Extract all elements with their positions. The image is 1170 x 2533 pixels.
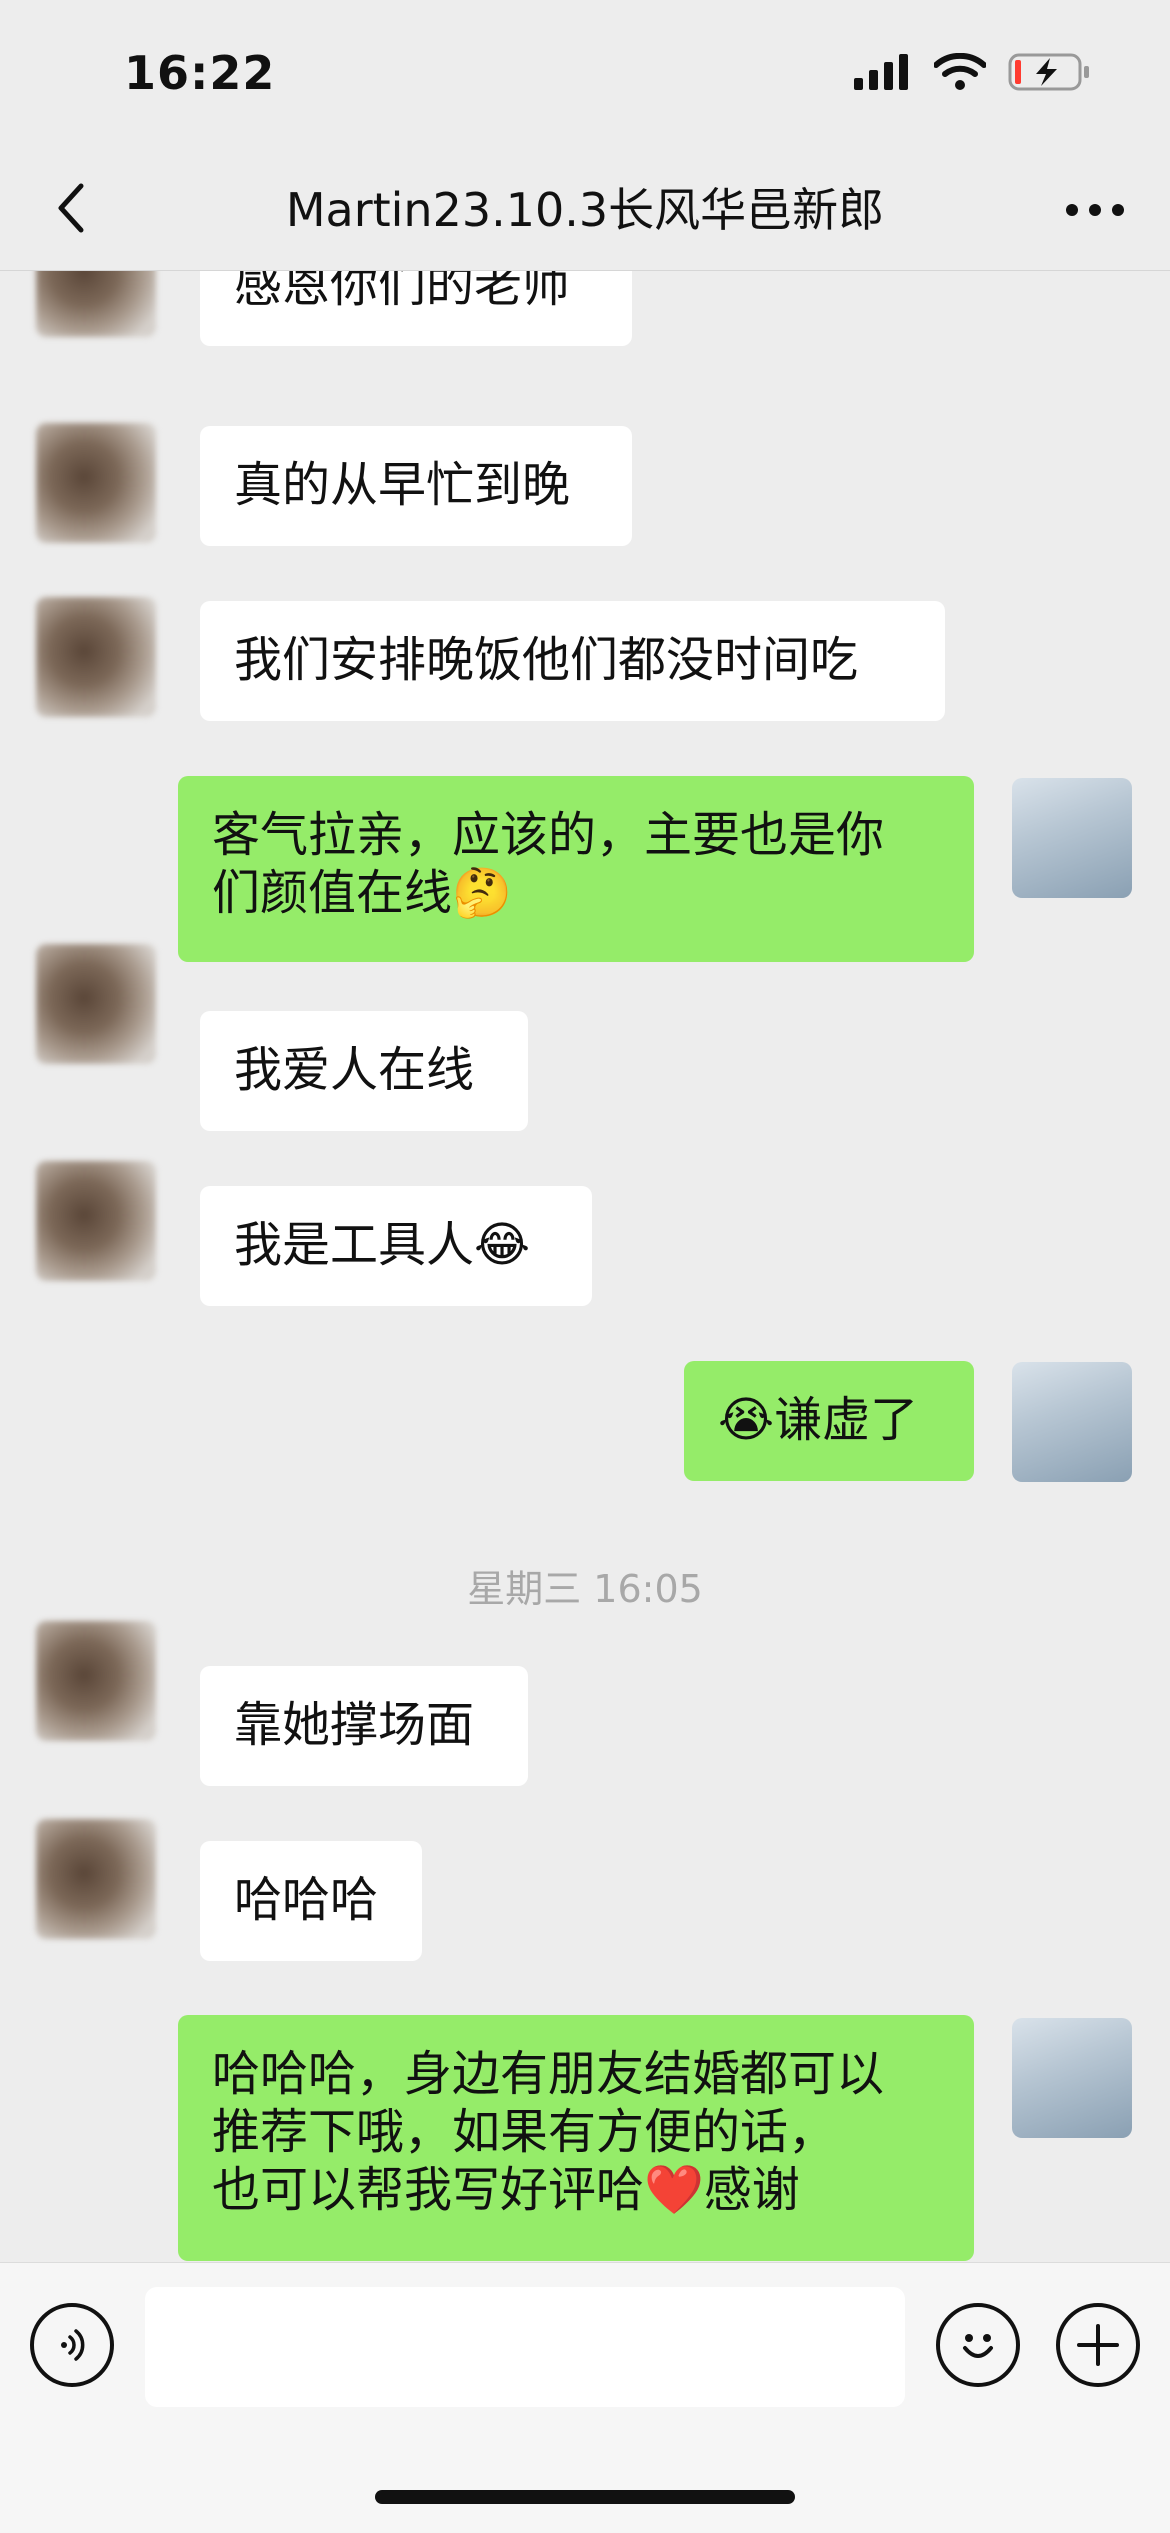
message-bubble-incoming[interactable]: 感恩你们的老师 bbox=[200, 271, 632, 346]
message-list[interactable]: 感恩你们的老师 真的从早忙到晚 我们安排晚饭他们都没时间吃 客气拉亲，应该的，主… bbox=[0, 271, 1170, 2261]
plus-icon bbox=[1077, 2324, 1119, 2366]
contact-avatar[interactable] bbox=[36, 1161, 156, 1281]
status-time: 16:22 bbox=[124, 46, 276, 100]
contact-avatar[interactable] bbox=[36, 597, 156, 717]
message-bubble-incoming[interactable]: 我是工具人😂 bbox=[200, 1186, 592, 1306]
message-bubble-incoming[interactable]: 真的从早忙到晚 bbox=[200, 426, 632, 546]
contact-avatar[interactable] bbox=[36, 1819, 156, 1939]
message-input[interactable] bbox=[145, 2287, 905, 2407]
my-avatar[interactable] bbox=[1012, 1362, 1132, 1482]
more-functions-button[interactable] bbox=[1056, 2303, 1140, 2387]
emoji-button[interactable] bbox=[936, 2303, 1020, 2387]
voice-icon bbox=[61, 2329, 85, 2361]
contact-avatar[interactable] bbox=[36, 1621, 156, 1741]
voice-button[interactable] bbox=[30, 2303, 114, 2387]
contact-avatar[interactable] bbox=[36, 271, 156, 337]
battery-charging-icon bbox=[1008, 53, 1089, 91]
message-bubble-outgoing[interactable]: 😭谦虚了 bbox=[684, 1361, 974, 1481]
message-bubble-incoming[interactable]: 靠她撑场面 bbox=[200, 1666, 528, 1786]
contact-avatar[interactable] bbox=[36, 423, 156, 543]
home-indicator[interactable] bbox=[375, 2490, 795, 2504]
cellular-signal-icon bbox=[854, 54, 908, 90]
my-avatar[interactable] bbox=[1012, 2018, 1132, 2138]
chat-title: Martin23.10.3长风华邑新郎 bbox=[285, 183, 885, 237]
more-button[interactable] bbox=[1060, 178, 1130, 242]
chat-header: Martin23.10.3长风华邑新郎 bbox=[0, 150, 1170, 271]
message-bubble-outgoing[interactable]: 客气拉亲，应该的，主要也是你 们颜值在线🤔 bbox=[178, 776, 974, 962]
message-bubble-outgoing[interactable]: 哈哈哈，身边有朋友结婚都可以 推荐下哦，如果有方便的话， 也可以帮我写好评哈❤️… bbox=[178, 2015, 974, 2261]
back-button[interactable] bbox=[40, 178, 100, 238]
status-bar: 16:22 bbox=[0, 0, 1170, 150]
message-timestamp: 星期三 16:05 bbox=[467, 1567, 703, 1611]
my-avatar[interactable] bbox=[1012, 778, 1132, 898]
message-bubble-incoming[interactable]: 我们安排晚饭他们都没时间吃 bbox=[200, 601, 945, 721]
contact-avatar[interactable] bbox=[36, 944, 156, 1064]
message-bubble-incoming[interactable]: 哈哈哈 bbox=[200, 1841, 422, 1961]
chevron-left-icon bbox=[58, 183, 84, 233]
emoji-icon bbox=[963, 2334, 993, 2358]
wifi-icon bbox=[934, 53, 986, 90]
more-dots-icon bbox=[1066, 204, 1124, 216]
message-bubble-incoming[interactable]: 我爱人在线 bbox=[200, 1011, 528, 1131]
